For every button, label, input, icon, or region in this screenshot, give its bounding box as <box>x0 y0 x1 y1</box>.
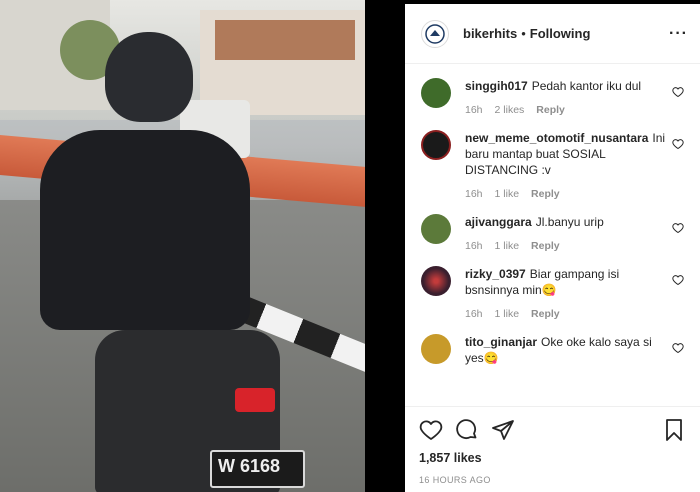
comment-avatar[interactable] <box>421 334 451 364</box>
comment-likes[interactable]: 2 likes <box>495 104 525 116</box>
comment-likes[interactable]: 1 like <box>495 308 520 320</box>
post-photo: W 6168 <box>0 0 365 492</box>
photo-roof <box>215 20 355 60</box>
comment-text: Pedah kantor iku dul <box>531 79 642 93</box>
comment-item: singgih017 Pedah kantor iku dul 16h 2 lik… <box>405 64 700 116</box>
bikerhits-logo-icon <box>425 23 445 44</box>
comment-item: tito_ginanjar Oke oke kalo saya si yes😋 <box>405 320 700 366</box>
post-panel: bikerhits • Following ··· singgih017 Peda… <box>405 4 700 492</box>
comment-time[interactable]: 16h <box>465 240 483 252</box>
heart-icon[interactable] <box>419 418 443 442</box>
comment-time[interactable]: 16h <box>465 104 483 116</box>
comment-username[interactable]: ajivanggara <box>465 215 532 229</box>
comment-heart-icon[interactable] <box>672 342 684 354</box>
photo-taillight <box>235 388 275 412</box>
post-time[interactable]: 16 HOURS AGO <box>419 475 686 485</box>
comment-heart-icon[interactable] <box>672 222 684 234</box>
likes-count[interactable]: 1,857 likes <box>419 451 686 465</box>
more-icon[interactable]: ··· <box>669 25 688 43</box>
comment-heart-icon[interactable] <box>672 138 684 150</box>
comment-avatar[interactable] <box>421 214 451 244</box>
reply-button[interactable]: Reply <box>531 240 560 252</box>
bookmark-icon[interactable] <box>662 418 686 442</box>
comment-item: rizky_0397 Biar gampang isi bsnsinnya min… <box>405 252 700 320</box>
comment-avatar[interactable] <box>421 78 451 108</box>
comment-time[interactable]: 16h <box>465 308 483 320</box>
comment-heart-icon[interactable] <box>672 274 684 286</box>
comment-item: new_meme_otomotif_nusantara Ini baru mant… <box>405 116 700 200</box>
post-username[interactable]: bikerhits <box>463 26 517 41</box>
reply-button[interactable]: Reply <box>531 308 560 320</box>
post-actions: 1,857 likes 16 HOURS AGO <box>405 406 700 492</box>
comment-icon[interactable] <box>455 418 479 442</box>
comment-text: Jl.banyu urip <box>535 215 604 229</box>
share-icon[interactable] <box>491 418 515 442</box>
comment-list: singgih017 Pedah kantor iku dul 16h 2 lik… <box>405 64 700 406</box>
comment-username[interactable]: singgih017 <box>465 79 528 93</box>
comment-avatar[interactable] <box>421 130 451 160</box>
post-header: bikerhits • Following ··· <box>405 4 700 64</box>
photo-license-plate: W 6168 <box>210 450 305 488</box>
comment-likes[interactable]: 1 like <box>495 240 520 252</box>
avatar[interactable] <box>421 19 449 48</box>
reply-button[interactable]: Reply <box>536 104 565 116</box>
comment-heart-icon[interactable] <box>672 86 684 98</box>
comment-time[interactable]: 16h <box>465 188 483 200</box>
photo-helmet <box>105 32 193 122</box>
comment-avatar[interactable] <box>421 266 451 296</box>
reply-button[interactable]: Reply <box>531 188 560 200</box>
comment-username[interactable]: rizky_0397 <box>465 267 526 281</box>
comment-username[interactable]: new_meme_otomotif_nusantara <box>465 131 648 145</box>
header-separator: • <box>521 26 526 41</box>
comment-username[interactable]: tito_ginanjar <box>465 335 537 349</box>
comment-item: ajivanggara Jl.banyu urip 16h 1 like Repl… <box>405 200 700 252</box>
comment-likes[interactable]: 1 like <box>495 188 520 200</box>
photo-rider <box>40 130 250 330</box>
follow-status[interactable]: Following <box>530 26 591 41</box>
